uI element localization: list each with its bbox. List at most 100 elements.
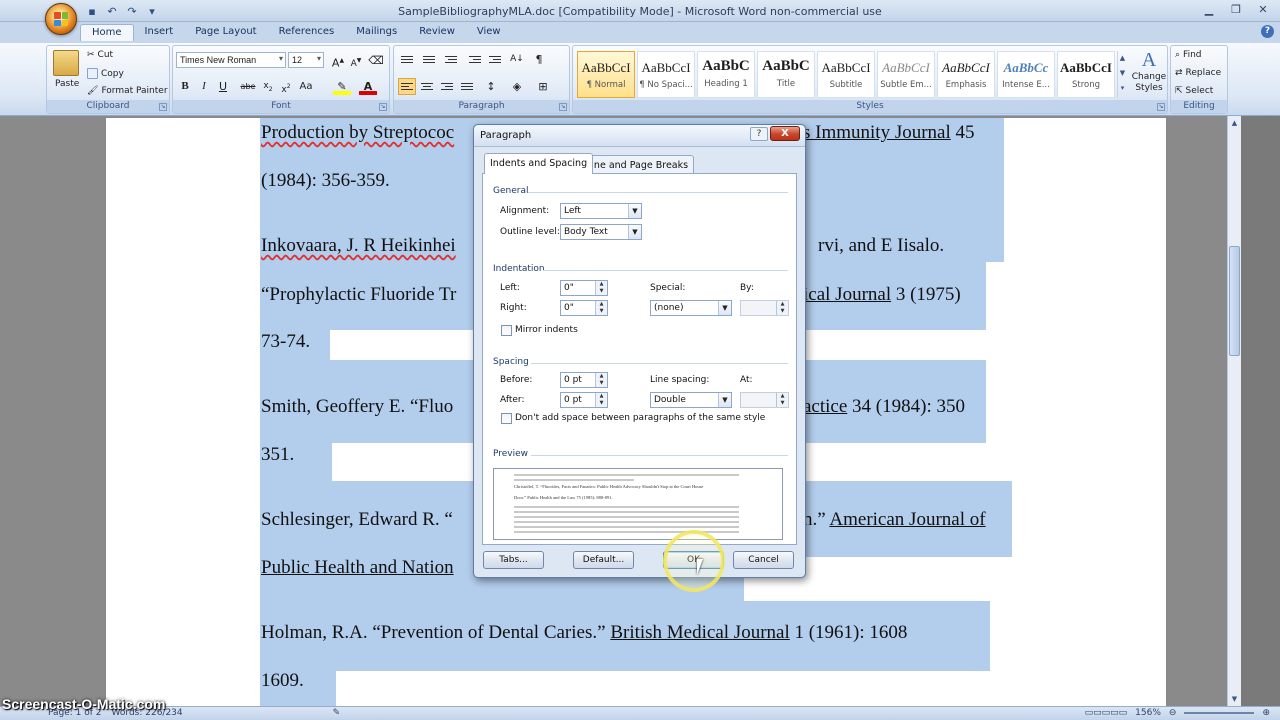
font-launcher-icon[interactable]: ↘ xyxy=(379,103,387,111)
tab-insert[interactable]: Insert xyxy=(134,24,185,41)
scroll-down-icon[interactable]: ▼ xyxy=(1228,692,1241,706)
align-center-icon[interactable] xyxy=(418,78,436,95)
zoom-out-icon[interactable]: ⊖ xyxy=(1169,708,1177,718)
highlight-icon[interactable]: ✎ xyxy=(333,78,351,95)
grow-font-icon[interactable]: A▲ xyxy=(329,52,347,70)
by-input[interactable]: ▲ ▼ xyxy=(740,300,789,316)
indent-left-input[interactable]: 0" ▲ ▼ xyxy=(560,280,608,296)
spacing-before-input[interactable]: 0 pt ▲ ▼ xyxy=(560,372,608,388)
tab-page-layout[interactable]: Page Layout xyxy=(184,24,267,41)
line-spacing-select[interactable]: Double ▼ xyxy=(650,392,732,408)
spinner-icon[interactable]: ▲ ▼ xyxy=(595,393,607,407)
multilevel-list-icon[interactable] xyxy=(442,51,460,68)
default-button[interactable]: Default... xyxy=(573,551,634,569)
style-subtle-emphasis[interactable]: AaBbCcI Subtle Em... xyxy=(877,51,935,98)
spinner-icon[interactable]: ▲ ▼ xyxy=(595,301,607,315)
style-emphasis[interactable]: AaBbCcI Emphasis xyxy=(937,51,995,98)
spinner-icon[interactable]: ▲ ▼ xyxy=(595,373,607,387)
vertical-scrollbar[interactable]: ▲ ▼ xyxy=(1227,116,1241,706)
paste-icon[interactable] xyxy=(53,50,79,76)
align-left-icon[interactable] xyxy=(398,78,416,95)
increase-indent-icon[interactable] xyxy=(486,51,504,68)
cut-button[interactable]: ✂ Cut xyxy=(87,50,113,60)
select-button[interactable]: ⇱ Select xyxy=(1175,86,1213,96)
cancel-button[interactable]: Cancel xyxy=(733,551,794,569)
close-icon[interactable]: ✕ xyxy=(1250,0,1276,18)
shading-icon[interactable]: ◈ xyxy=(508,78,526,95)
sort-icon[interactable]: A↓ xyxy=(508,51,526,68)
minimize-icon[interactable]: ▁ xyxy=(1196,0,1222,18)
decrease-indent-icon[interactable] xyxy=(466,51,484,68)
bullets-icon[interactable] xyxy=(398,51,416,68)
zoom-in-icon[interactable]: ⊕ xyxy=(1262,708,1270,718)
bold-icon[interactable]: B xyxy=(176,78,194,95)
tab-review[interactable]: Review xyxy=(408,24,466,41)
office-button[interactable] xyxy=(45,3,77,35)
font-size-combo[interactable]: 12 xyxy=(288,52,324,68)
font-color-icon[interactable]: A xyxy=(359,78,377,95)
copy-button[interactable]: Copy xyxy=(87,68,124,79)
dont-add-space-checkbox[interactable] xyxy=(501,413,512,424)
spinner-icon[interactable]: ▲ ▼ xyxy=(776,393,788,407)
at-input[interactable]: ▲ ▼ xyxy=(740,392,789,408)
replace-button[interactable]: ⇄ Replace xyxy=(1175,68,1221,78)
find-button[interactable]: ⌕ Find xyxy=(1175,50,1202,60)
justify-icon[interactable] xyxy=(458,78,476,95)
style-title[interactable]: AaBbC Title xyxy=(757,51,815,98)
indent-right-input[interactable]: 0" ▲ ▼ xyxy=(560,300,608,316)
dropdown-arrow-icon[interactable]: ▼ xyxy=(628,225,641,239)
zoom-level[interactable]: 156% xyxy=(1135,708,1161,718)
dialog-close-icon[interactable]: X xyxy=(770,126,800,141)
dialog-title-bar[interactable]: Paragraph ? X xyxy=(474,125,805,147)
style-normal[interactable]: AaBbCcI ¶ Normal xyxy=(577,51,635,98)
tab-mailings[interactable]: Mailings xyxy=(345,24,408,41)
tab-view[interactable]: View xyxy=(466,24,512,41)
spinner-icon[interactable]: ▲ ▼ xyxy=(776,301,788,315)
special-select[interactable]: (none) ▼ xyxy=(650,300,732,316)
change-case-icon[interactable]: Aa xyxy=(297,78,315,95)
dropdown-arrow-icon[interactable]: ▼ xyxy=(628,204,641,218)
dialog-help-icon[interactable]: ? xyxy=(750,127,768,141)
align-right-icon[interactable] xyxy=(438,78,456,95)
alignment-select[interactable]: Left ▼ xyxy=(560,203,642,219)
clipboard-launcher-icon[interactable]: ↘ xyxy=(159,103,167,111)
scroll-up-icon[interactable]: ▲ xyxy=(1228,116,1241,130)
view-buttons-icon[interactable]: ▭▭▭▭▭ xyxy=(1085,708,1128,718)
dropdown-arrow-icon[interactable]: ▼ xyxy=(718,301,731,315)
zoom-slider[interactable] xyxy=(1184,712,1255,714)
strikethrough-icon[interactable]: abe xyxy=(239,78,257,95)
mirror-indents-checkbox[interactable] xyxy=(501,325,512,336)
italic-icon[interactable]: I xyxy=(195,78,213,95)
clear-formatting-icon[interactable]: ⌫ xyxy=(367,52,385,69)
tab-line-and-page-breaks[interactable]: Line and Page Breaks xyxy=(580,155,695,174)
underline-icon[interactable]: U xyxy=(214,78,232,95)
font-name-combo[interactable]: Times New Roman xyxy=(176,52,286,68)
paste-button[interactable]: Paste xyxy=(55,79,79,89)
tab-references[interactable]: References xyxy=(268,24,346,41)
style-subtitle[interactable]: AaBbCcI Subtitle xyxy=(817,51,875,98)
dropdown-arrow-icon[interactable]: ▼ xyxy=(718,393,731,407)
superscript-icon[interactable]: x2 xyxy=(277,78,295,95)
line-spacing-icon[interactable]: ↕ xyxy=(482,78,500,95)
styles-launcher-icon[interactable]: ↘ xyxy=(1157,103,1165,111)
style-no-spacing[interactable]: AaBbCcI ¶ No Spaci... xyxy=(637,51,695,98)
tab-indents-and-spacing[interactable]: Indents and Spacing xyxy=(484,153,594,174)
spacing-after-input[interactable]: 0 pt ▲ ▼ xyxy=(560,392,608,408)
styles-scroll-icon[interactable]: ▲ ▼ ▾ xyxy=(1117,51,1127,98)
proofing-icon[interactable]: ✎ xyxy=(333,708,341,718)
numbering-icon[interactable] xyxy=(420,51,438,68)
subscript-icon[interactable]: x2 xyxy=(259,78,277,95)
help-icon[interactable]: ? xyxy=(1261,25,1274,38)
tab-home[interactable]: Home xyxy=(80,24,134,41)
format-painter-button[interactable]: 🖌 Format Painter xyxy=(87,86,168,96)
outline-level-select[interactable]: Body Text ▼ xyxy=(560,224,642,240)
scroll-thumb[interactable] xyxy=(1229,246,1240,356)
tabs-button[interactable]: Tabs... xyxy=(483,551,544,569)
borders-icon[interactable]: ⊞ xyxy=(534,78,552,95)
restore-icon[interactable]: ❐ xyxy=(1223,0,1249,18)
shrink-font-icon[interactable]: A▼ xyxy=(347,52,365,69)
spinner-icon[interactable]: ▲ ▼ xyxy=(595,281,607,295)
style-strong[interactable]: AaBbCcI Strong xyxy=(1057,51,1115,98)
paragraph-launcher-icon[interactable]: ↘ xyxy=(559,103,567,111)
change-styles-button[interactable]: A Change Styles xyxy=(1131,49,1167,94)
